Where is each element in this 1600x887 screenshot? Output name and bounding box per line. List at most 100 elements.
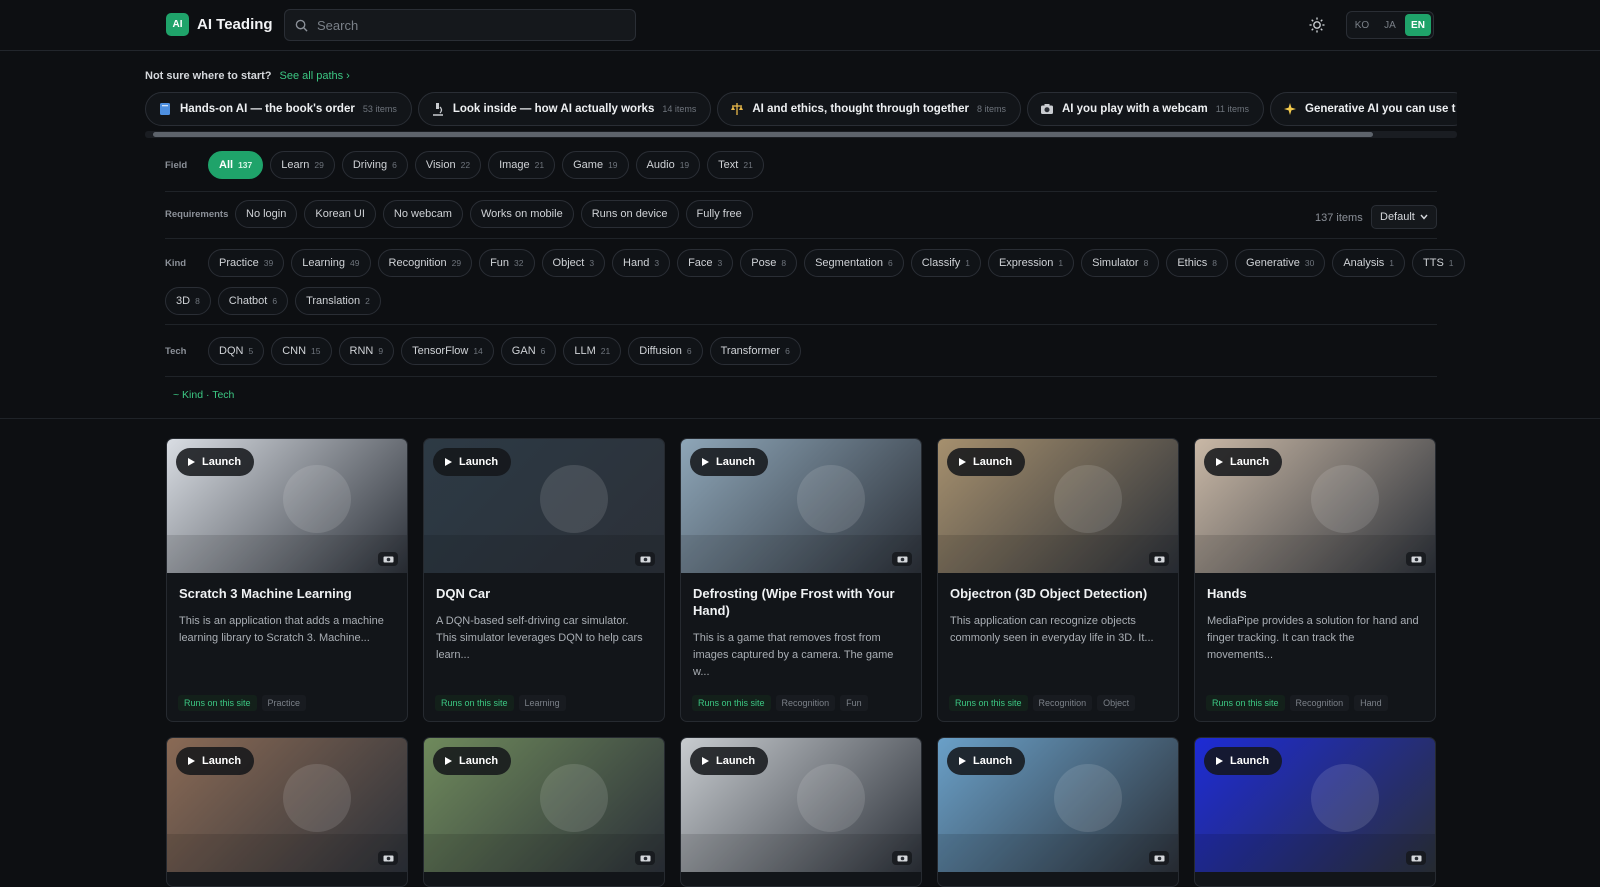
launch-button[interactable]: Launch: [176, 448, 255, 476]
filter-chip-kind-chatbot[interactable]: Chatbot 6: [217, 287, 289, 315]
filter-chip-field-image[interactable]: Image 21: [488, 151, 556, 179]
launch-button[interactable]: Launch: [690, 448, 769, 476]
filter-chip-field-driving[interactable]: Driving 6: [341, 151, 408, 179]
chip-label: Face: [688, 257, 713, 269]
learning-path-4[interactable]: AI you play with a webcam 11 items: [1026, 92, 1265, 126]
app-card[interactable]: Launch Hands MediaPipe provides a solution…: [1194, 438, 1436, 722]
filter-chip-kind-segmentation[interactable]: Segmentation 6: [804, 249, 904, 277]
card-thumbnail[interactable]: Launch: [424, 738, 664, 872]
card-thumbnail[interactable]: Launch: [1195, 738, 1435, 872]
filter-label-kind: Kind: [165, 257, 187, 269]
filter-chip-kind-ethics[interactable]: Ethics 8: [1166, 249, 1229, 277]
learning-path-3[interactable]: AI and ethics, thought through together 8…: [717, 92, 1021, 126]
launch-button[interactable]: Launch: [690, 747, 769, 775]
launch-button[interactable]: Launch: [433, 448, 512, 476]
theme-toggle-button[interactable]: [1305, 13, 1329, 37]
filter-chip-tech-cnn[interactable]: CNN 15: [271, 337, 332, 365]
filter-chip-kind-3d[interactable]: 3D 8: [165, 287, 211, 315]
launch-button[interactable]: Launch: [1204, 448, 1283, 476]
search-input[interactable]: [317, 17, 617, 33]
filter-chip-kind-object[interactable]: Object 3: [541, 249, 606, 277]
lang-option-ko[interactable]: KO: [1349, 14, 1375, 36]
filter-chip-field-all[interactable]: All 137: [208, 151, 264, 179]
filter-chip-field-game[interactable]: Game 19: [562, 151, 629, 179]
filter-chip-kind-simulator[interactable]: Simulator 8: [1081, 249, 1160, 277]
app-card[interactable]: Launch: [166, 737, 408, 887]
filter-chip-requirements-no-webcam[interactable]: No webcam: [382, 200, 463, 228]
filter-chip-kind-fun[interactable]: Fun 32: [479, 249, 535, 277]
filter-chip-tech-llm[interactable]: LLM 21: [563, 337, 622, 365]
filter-chip-kind-practice[interactable]: Practice 39: [208, 249, 285, 277]
card-tag: Recognition: [1032, 695, 1093, 711]
filter-chip-requirements-works-on-mobile[interactable]: Works on mobile: [469, 200, 574, 228]
search-box[interactable]: [284, 9, 636, 41]
learning-path-5[interactable]: Generative AI you can use t: [1270, 92, 1457, 126]
card-thumbnail[interactable]: Launch: [1195, 439, 1435, 573]
filter-chip-kind-classify[interactable]: Classify 1: [910, 249, 981, 277]
learning-path-2[interactable]: Look inside — how AI actually works 14 it…: [417, 92, 712, 126]
filter-chip-requirements-no-login[interactable]: No login: [235, 200, 298, 228]
filter-chip-kind-generative[interactable]: Generative 30: [1235, 249, 1326, 277]
card-tag: Runs on this site: [949, 695, 1028, 711]
filter-chip-requirements-runs-on-device[interactable]: Runs on device: [580, 200, 679, 228]
chip-label: TTS: [1423, 257, 1444, 269]
filter-chip-tech-diffusion[interactable]: Diffusion 6: [628, 337, 703, 365]
app-card[interactable]: Launch: [1194, 737, 1436, 887]
filter-chip-kind-pose[interactable]: Pose 8: [740, 249, 798, 277]
filter-chip-field-learn[interactable]: Learn 29: [270, 151, 335, 179]
app-card[interactable]: Launch Defrosting (Wipe Frost with Your H…: [680, 438, 922, 722]
paths-scrollbar[interactable]: [145, 131, 1457, 138]
filter-chip-requirements-korean-ui[interactable]: Korean UI: [304, 200, 376, 228]
card-thumbnail[interactable]: Launch: [938, 738, 1178, 872]
filter-chip-kind-expression[interactable]: Expression 1: [987, 249, 1075, 277]
app-card[interactable]: Launch Scratch 3 Machine Learning This is …: [166, 438, 408, 722]
filter-chip-kind-analysis[interactable]: Analysis 1: [1332, 249, 1406, 277]
filter-chip-tech-transformer[interactable]: Transformer 6: [709, 337, 801, 365]
app-card[interactable]: Launch: [680, 737, 922, 887]
app-logo[interactable]: AI AI Teading: [166, 13, 273, 36]
card-thumbnail[interactable]: Launch: [424, 439, 664, 573]
app-card[interactable]: Launch Objectron (3D Object Detection) Thi…: [937, 438, 1179, 722]
launch-button[interactable]: Launch: [176, 747, 255, 775]
filter-chip-kind-learning[interactable]: Learning 49: [291, 249, 371, 277]
learning-path-1[interactable]: Hands-on AI — the book's order 53 items: [145, 92, 412, 126]
card-thumbnail[interactable]: Launch: [167, 738, 407, 872]
lang-option-ja[interactable]: JA: [1377, 14, 1403, 36]
play-icon: [959, 757, 966, 765]
filter-row-kind-cont: 3D 8 Chatbot 6 Translation 2: [165, 287, 381, 315]
filter-chip-tech-tensorflow[interactable]: TensorFlow 14: [401, 337, 494, 365]
filter-chip-field-vision[interactable]: Vision 22: [414, 151, 482, 179]
filter-chip-field-text[interactable]: Text 21: [707, 151, 764, 179]
see-all-paths-link[interactable]: See all paths ›: [280, 70, 350, 82]
filter-chip-kind-face[interactable]: Face 3: [677, 249, 734, 277]
filter-chip-kind-hand[interactable]: Hand 3: [612, 249, 671, 277]
launch-button[interactable]: Launch: [947, 448, 1026, 476]
launch-label: Launch: [973, 755, 1013, 767]
card-thumbnail[interactable]: Launch: [681, 439, 921, 573]
app-card[interactable]: Launch: [423, 737, 665, 887]
app-card[interactable]: Launch DQN Car A DQN-based self-driving ca…: [423, 438, 665, 722]
chip-label: Transformer: [720, 345, 781, 357]
play-icon: [188, 458, 195, 466]
card-thumbnail[interactable]: Launch: [938, 439, 1178, 573]
collapse-filters-link[interactable]: ~ Kind · Tech: [173, 389, 234, 401]
app-card[interactable]: Launch: [937, 737, 1179, 887]
launch-button[interactable]: Launch: [947, 747, 1026, 775]
filter-chip-tech-gan[interactable]: GAN 6: [500, 337, 557, 365]
sort-select[interactable]: Default: [1371, 205, 1437, 229]
filter-chip-field-audio[interactable]: Audio 19: [635, 151, 701, 179]
filter-chip-kind-tts[interactable]: TTS 1: [1412, 249, 1465, 277]
filter-chip-requirements-fully-free[interactable]: Fully free: [685, 200, 753, 228]
search-icon: [295, 19, 308, 32]
filter-chip-kind-recognition[interactable]: Recognition 29: [377, 249, 473, 277]
scrollbar-thumb[interactable]: [153, 132, 1373, 137]
launch-button[interactable]: Launch: [1204, 747, 1283, 775]
filter-chip-tech-rnn[interactable]: RNN 9: [338, 337, 395, 365]
card-thumbnail[interactable]: Launch: [681, 738, 921, 872]
chip-label: Audio: [646, 159, 675, 171]
lang-option-en[interactable]: EN: [1405, 14, 1431, 36]
filter-chip-kind-translation[interactable]: Translation 2: [295, 287, 381, 315]
card-thumbnail[interactable]: Launch: [167, 439, 407, 573]
launch-button[interactable]: Launch: [433, 747, 512, 775]
filter-chip-tech-dqn[interactable]: DQN 5: [208, 337, 265, 365]
